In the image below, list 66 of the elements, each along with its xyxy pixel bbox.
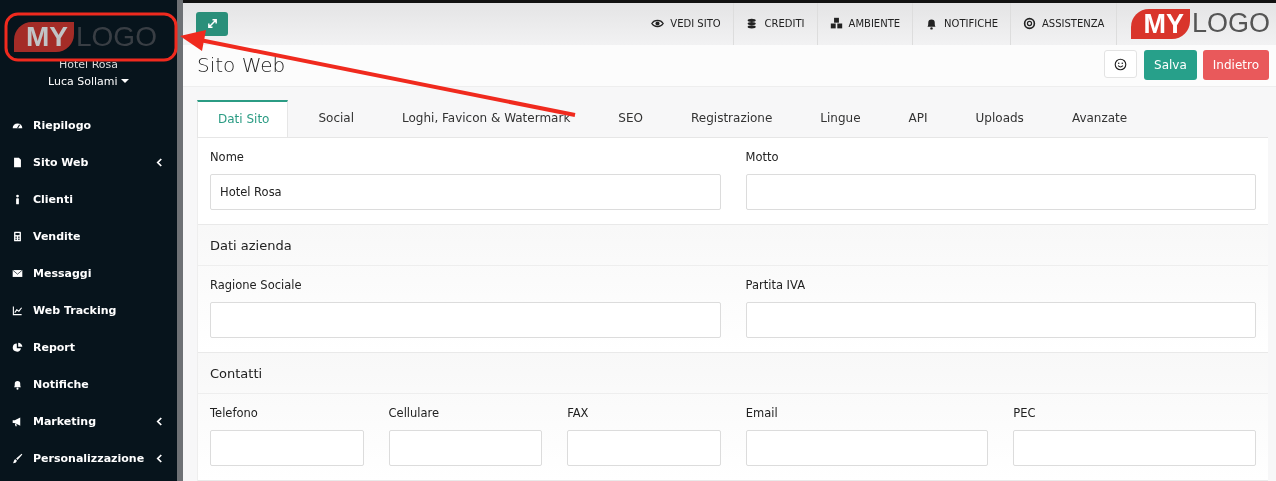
field-label: Partita IVA xyxy=(745,278,806,292)
coins-icon xyxy=(745,17,759,31)
sidebar-item[interactable]: Messaggi xyxy=(0,255,177,292)
sidebar-item[interactable]: Clienti xyxy=(0,181,177,218)
pie-icon xyxy=(12,342,23,353)
sidebar-item[interactable]: Notifiche xyxy=(0,366,177,403)
logo: MY LOGO xyxy=(1116,3,1276,45)
page-title: Sito Web xyxy=(197,53,286,78)
brush-icon xyxy=(12,453,23,464)
file-icon xyxy=(12,157,23,168)
tab[interactable]: Registrazione xyxy=(671,99,791,137)
input-field[interactable]: Hotel Rosa xyxy=(210,174,721,210)
user-menu[interactable]: Luca Sollami xyxy=(0,75,177,88)
field-label: Motto xyxy=(745,150,780,164)
input-field[interactable] xyxy=(1013,430,1256,466)
sidebar-item[interactable]: Marketing xyxy=(0,403,177,440)
chevron-left-icon xyxy=(156,454,163,463)
tab[interactable]: Social xyxy=(298,99,373,137)
input-field[interactable] xyxy=(210,430,364,466)
section-title: Contatti xyxy=(198,353,1268,394)
sidebar-item[interactable]: Sito Web xyxy=(0,144,177,181)
input-field[interactable] xyxy=(210,302,721,338)
megaphone-icon xyxy=(12,416,23,427)
tab[interactable]: Lingue xyxy=(800,99,879,137)
input-field[interactable] xyxy=(745,302,1256,338)
sidebar-item[interactable]: Vendite xyxy=(0,218,177,255)
bell-icon xyxy=(12,379,23,390)
field-label: Nome xyxy=(210,150,245,164)
top-link[interactable]: CREDITI xyxy=(732,3,817,45)
tab[interactable]: Loghi, Favicon & Watermark xyxy=(382,99,589,137)
field-label: Email xyxy=(745,406,779,420)
sidebar-item[interactable]: Report xyxy=(0,329,177,366)
input-field[interactable] xyxy=(745,430,989,466)
smiley-icon xyxy=(1114,57,1128,71)
top-link[interactable]: VEDI SITO xyxy=(639,3,733,45)
tab[interactable]: SEO xyxy=(598,99,661,137)
tab[interactable]: API xyxy=(888,99,946,137)
envelope-icon xyxy=(12,268,23,279)
emoji-button[interactable] xyxy=(1104,50,1138,79)
field-label: Ragione Sociale xyxy=(210,278,303,292)
tab[interactable]: Uploads xyxy=(955,99,1042,137)
top-link[interactable]: NOTIFICHE xyxy=(912,3,1011,45)
sidebar-item[interactable]: Riepilogo xyxy=(0,107,177,144)
tab[interactable]: Dati Sito xyxy=(197,99,289,137)
section-title: Dati azienda xyxy=(198,225,1268,266)
sidebar-item[interactable]: Web Tracking xyxy=(0,292,177,329)
sidebar-item[interactable]: Personalizzazione xyxy=(0,440,177,477)
field-label: FAX xyxy=(567,406,590,420)
input-field[interactable] xyxy=(745,174,1256,210)
top-link[interactable]: AMBIENTE xyxy=(816,3,913,45)
chevron-left-icon xyxy=(156,158,163,167)
cubes-icon xyxy=(829,17,843,31)
input-field[interactable] xyxy=(388,430,543,466)
field-label: Telefono xyxy=(210,406,259,420)
tab[interactable]: Avanzate xyxy=(1051,99,1146,137)
top-link[interactable]: ASSISTENZA xyxy=(1010,3,1117,45)
lifebuoy-icon xyxy=(1023,17,1037,31)
fullscreen-button[interactable] xyxy=(196,11,228,36)
field-label: Cellulare xyxy=(388,406,441,420)
calculator-icon xyxy=(12,231,23,242)
gauge-icon xyxy=(12,120,23,131)
chart-icon xyxy=(12,305,23,316)
field-label: PEC xyxy=(1013,406,1037,420)
chevron-left-icon xyxy=(156,417,163,426)
input-field[interactable] xyxy=(567,430,721,466)
expand-icon xyxy=(206,18,218,30)
